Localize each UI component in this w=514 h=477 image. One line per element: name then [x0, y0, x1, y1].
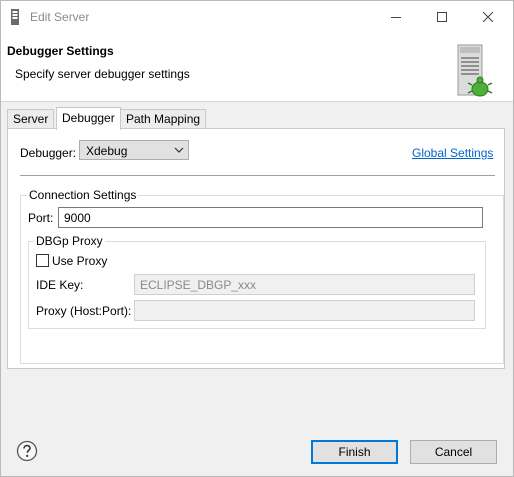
- connection-settings-legend: Connection Settings: [27, 188, 139, 202]
- proxy-host-port-input[interactable]: [134, 300, 475, 321]
- debugger-label: Debugger:: [20, 146, 77, 160]
- server-debug-icon: [457, 44, 493, 97]
- maximize-button[interactable]: [419, 1, 465, 33]
- title-bar: Edit Server: [1, 1, 513, 33]
- tab-server[interactable]: Server: [7, 109, 55, 128]
- separator: [20, 175, 495, 176]
- window-title: Edit Server: [30, 10, 90, 24]
- global-settings-link[interactable]: Global Settings: [412, 146, 493, 160]
- tab-debugger[interactable]: Debugger: [56, 107, 121, 130]
- ide-key-label: IDE Key:: [36, 278, 84, 292]
- page-description: Specify server debugger settings: [15, 67, 190, 81]
- port-label: Port:: [28, 211, 54, 225]
- debugger-select-value: Xdebug: [86, 144, 128, 158]
- tab-path-mapping[interactable]: Path Mapping: [120, 109, 207, 128]
- help-icon[interactable]: [16, 440, 38, 462]
- page-title: Debugger Settings: [7, 44, 114, 58]
- use-proxy-label[interactable]: Use Proxy: [52, 254, 107, 268]
- wizard-header: Debugger Settings Specify server debugge…: [1, 33, 513, 102]
- app-icon: [11, 9, 19, 25]
- close-button[interactable]: [465, 1, 511, 33]
- port-input[interactable]: 9000: [58, 207, 483, 228]
- finish-button[interactable]: Finish: [311, 440, 398, 464]
- close-icon: [483, 12, 493, 22]
- ide-key-input[interactable]: ECLIPSE_DBGP_xxx: [134, 274, 475, 295]
- minimize-icon: [391, 17, 401, 18]
- maximize-icon: [437, 12, 447, 22]
- cancel-button[interactable]: Cancel: [410, 440, 497, 464]
- dbgp-proxy-legend: DBGp Proxy: [34, 234, 105, 248]
- edit-server-dialog: Edit Server Debugger Settings Specify se…: [0, 0, 514, 477]
- use-proxy-checkbox[interactable]: [36, 254, 49, 267]
- minimize-button[interactable]: [373, 1, 419, 33]
- debugger-select[interactable]: Xdebug: [79, 140, 189, 160]
- proxy-host-port-label: Proxy (Host:Port):: [36, 304, 132, 318]
- chevron-down-icon: [174, 147, 184, 153]
